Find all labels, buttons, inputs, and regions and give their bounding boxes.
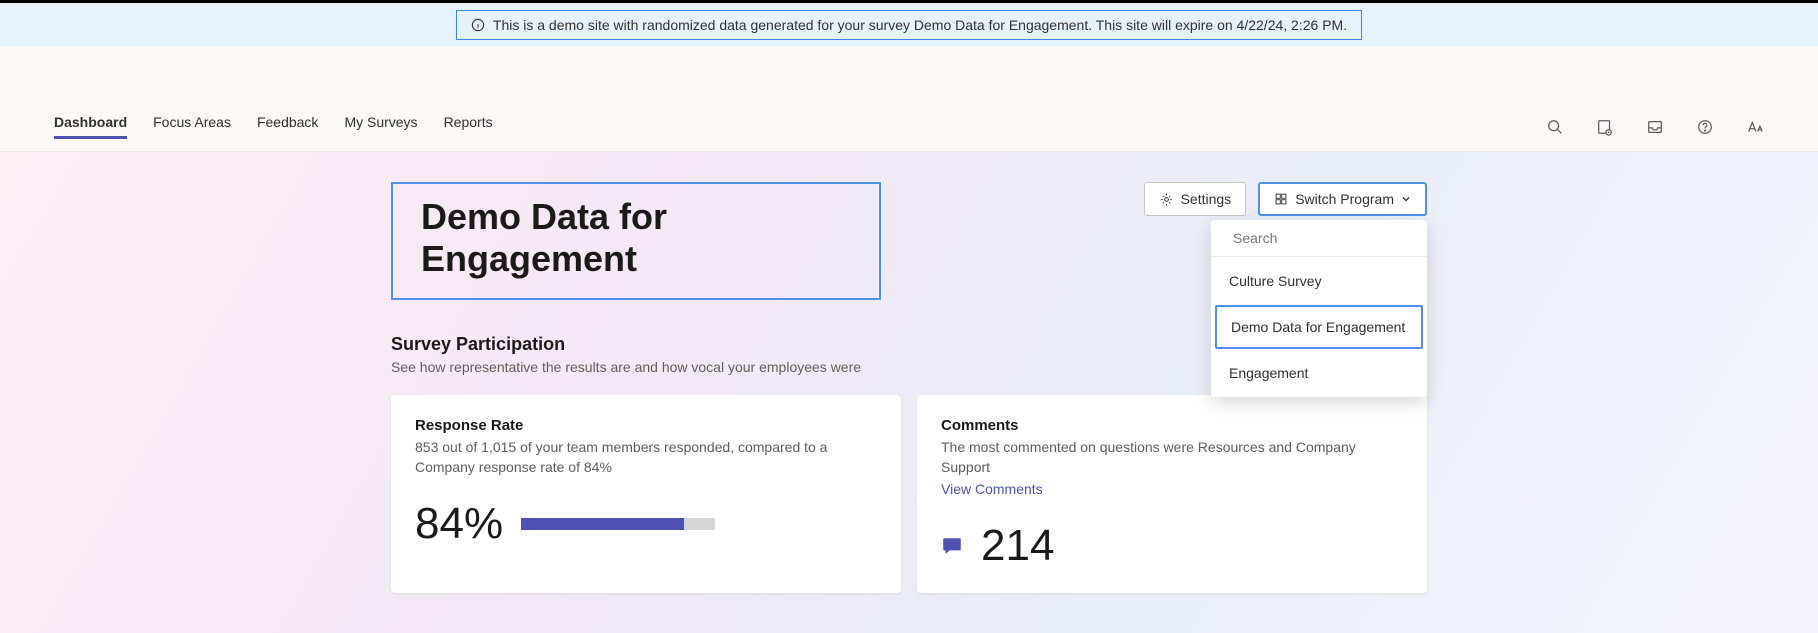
dropdown-item-engagement[interactable]: Engagement [1215, 353, 1423, 393]
page-title-box: Demo Data for Engagement [391, 182, 881, 300]
comments-title: Comments [941, 417, 1403, 434]
dropdown-search-row [1211, 220, 1427, 257]
gear-icon [1159, 192, 1174, 207]
content-wrap: Demo Data for Engagement Settings Switch… [209, 182, 1609, 593]
demo-banner: This is a demo site with randomized data… [0, 0, 1818, 46]
program-icon [1274, 192, 1288, 206]
switch-program-button[interactable]: Switch Program [1258, 182, 1427, 216]
response-rate-progress-fill [521, 518, 684, 530]
tab-focus-areas[interactable]: Focus Areas [153, 114, 231, 139]
search-icon[interactable] [1546, 118, 1564, 136]
view-comments-link[interactable]: View Comments [941, 481, 1043, 497]
response-rate-card: Response Rate 853 out of 1,015 of your t… [391, 395, 901, 593]
nav-bar: Dashboard Focus Areas Feedback My Survey… [0, 102, 1818, 152]
page-title: Demo Data for Engagement [421, 196, 855, 280]
settings-label: Settings [1181, 191, 1232, 207]
tab-my-surveys[interactable]: My Surveys [344, 114, 417, 139]
switch-program-dropdown: Culture Survey Demo Data for Engagement … [1211, 220, 1427, 397]
response-rate-desc: 853 out of 1,015 of your team members re… [415, 438, 877, 477]
cards-row: Response Rate 853 out of 1,015 of your t… [391, 395, 1427, 593]
info-icon [471, 18, 485, 32]
text-size-icon[interactable] [1746, 118, 1764, 136]
hero-top: Demo Data for Engagement Settings Switch… [391, 182, 1427, 300]
dropdown-item-culture[interactable]: Culture Survey [1215, 261, 1423, 301]
tab-reports[interactable]: Reports [444, 114, 493, 139]
dropdown-item-demo[interactable]: Demo Data for Engagement [1215, 305, 1423, 349]
help-icon[interactable] [1696, 118, 1714, 136]
switch-program-label: Switch Program [1295, 191, 1394, 207]
response-rate-title: Response Rate [415, 417, 877, 434]
dropdown-search-input[interactable] [1233, 230, 1414, 246]
chevron-down-icon [1401, 194, 1411, 204]
notes-icon[interactable] [1596, 118, 1614, 136]
inbox-icon[interactable] [1646, 118, 1664, 136]
response-rate-metric: 84% [415, 499, 877, 549]
demo-banner-inner: This is a demo site with randomized data… [456, 10, 1362, 40]
hero-actions: Settings Switch Program Culture Survey D… [1144, 182, 1427, 216]
hero-section: Demo Data for Engagement Settings Switch… [0, 152, 1818, 633]
nav-strip [0, 46, 1818, 102]
settings-button[interactable]: Settings [1144, 182, 1247, 216]
comments-desc: The most commented on questions were Res… [941, 438, 1403, 477]
comments-value: 214 [981, 521, 1054, 571]
nav-icons [1546, 118, 1764, 136]
comments-card: Comments The most commented on questions… [917, 395, 1427, 593]
tab-feedback[interactable]: Feedback [257, 114, 318, 139]
nav-tabs: Dashboard Focus Areas Feedback My Survey… [54, 114, 493, 139]
tab-dashboard[interactable]: Dashboard [54, 114, 127, 139]
comment-icon [941, 535, 963, 557]
comments-metric: 214 [941, 521, 1403, 571]
response-rate-progress [521, 518, 715, 530]
demo-banner-text: This is a demo site with randomized data… [493, 17, 1347, 33]
response-rate-value: 84% [415, 499, 503, 549]
